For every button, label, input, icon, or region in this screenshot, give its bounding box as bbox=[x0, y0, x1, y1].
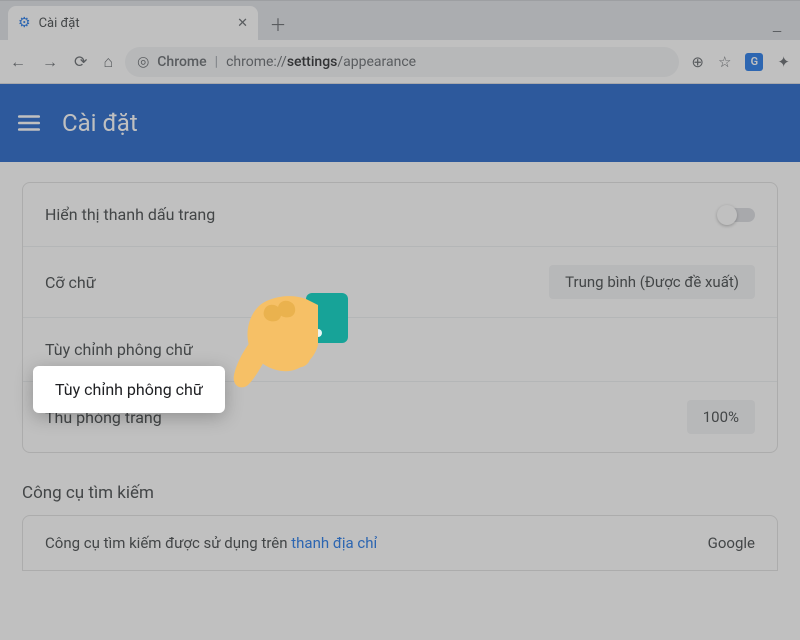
search-engine-heading: Công cụ tìm kiếm bbox=[22, 483, 778, 503]
home-icon[interactable]: ⌂ bbox=[103, 52, 113, 72]
highlight-callout-customize-fonts[interactable]: Tùy chỉnh phông chữ bbox=[33, 366, 225, 413]
bookmarks-bar-toggle[interactable] bbox=[719, 208, 755, 222]
reload-icon[interactable]: ⟳ bbox=[74, 52, 87, 71]
page-zoom-value[interactable]: 100% bbox=[687, 400, 755, 434]
gear-icon: ⚙ bbox=[18, 15, 31, 31]
search-engine-label: Công cụ tìm kiếm được sử dụng trên thanh… bbox=[45, 534, 377, 552]
font-size-value[interactable]: Trung bình (Được đề xuất) bbox=[549, 265, 755, 299]
nav-buttons: ← → ⟳ ⌂ bbox=[10, 52, 113, 72]
address-bar[interactable]: ◎ Chrome | chrome://settings/appearance bbox=[125, 47, 679, 77]
customize-fonts-label: Tùy chỉnh phông chữ bbox=[45, 340, 755, 359]
window-controls: — bbox=[772, 25, 800, 40]
extensions-icon[interactable]: ✦ bbox=[777, 53, 790, 71]
address-bar-link[interactable]: thanh địa chỉ bbox=[291, 534, 377, 552]
bookmarks-bar-label: Hiển thị thanh dấu trang bbox=[45, 205, 719, 224]
row-font-size[interactable]: Cỡ chữ Trung bình (Được đề xuất) bbox=[23, 247, 777, 318]
settings-title: Cài đặt bbox=[62, 109, 138, 137]
toolbar-right-icons: ⊕ ☆ G ✦ bbox=[691, 53, 790, 71]
new-tab-button[interactable]: ＋ bbox=[264, 9, 292, 37]
settings-header: Cài đặt bbox=[0, 84, 800, 162]
minimize-button[interactable]: — bbox=[772, 25, 782, 40]
row-bookmarks-bar[interactable]: Hiển thị thanh dấu trang bbox=[23, 183, 777, 247]
back-icon[interactable]: ← bbox=[10, 52, 26, 72]
url-text: chrome://settings/appearance bbox=[226, 54, 416, 70]
browser-toolbar: ← → ⟳ ⌂ ◎ Chrome | chrome://settings/app… bbox=[0, 40, 800, 84]
tab-title: Cài đặt bbox=[39, 16, 230, 31]
bookmark-star-icon[interactable]: ☆ bbox=[718, 53, 731, 71]
close-tab-icon[interactable]: ✕ bbox=[237, 16, 248, 31]
search-engine-value: Google bbox=[708, 534, 755, 552]
zoom-icon[interactable]: ⊕ bbox=[691, 53, 704, 71]
search-engine-row[interactable]: Công cụ tìm kiếm được sử dụng trên thanh… bbox=[22, 515, 778, 571]
hamburger-menu-icon[interactable] bbox=[16, 110, 42, 136]
site-info-icon[interactable]: ◎ bbox=[137, 54, 149, 70]
separator: | bbox=[215, 54, 218, 70]
browser-tabstrip: ⚙ Cài đặt ✕ ＋ — bbox=[0, 0, 800, 40]
forward-icon[interactable]: → bbox=[42, 52, 58, 72]
translate-icon[interactable]: G bbox=[745, 53, 763, 71]
active-tab[interactable]: ⚙ Cài đặt ✕ bbox=[8, 6, 258, 40]
url-scheme-name: Chrome bbox=[157, 54, 206, 70]
font-size-label: Cỡ chữ bbox=[45, 273, 549, 292]
